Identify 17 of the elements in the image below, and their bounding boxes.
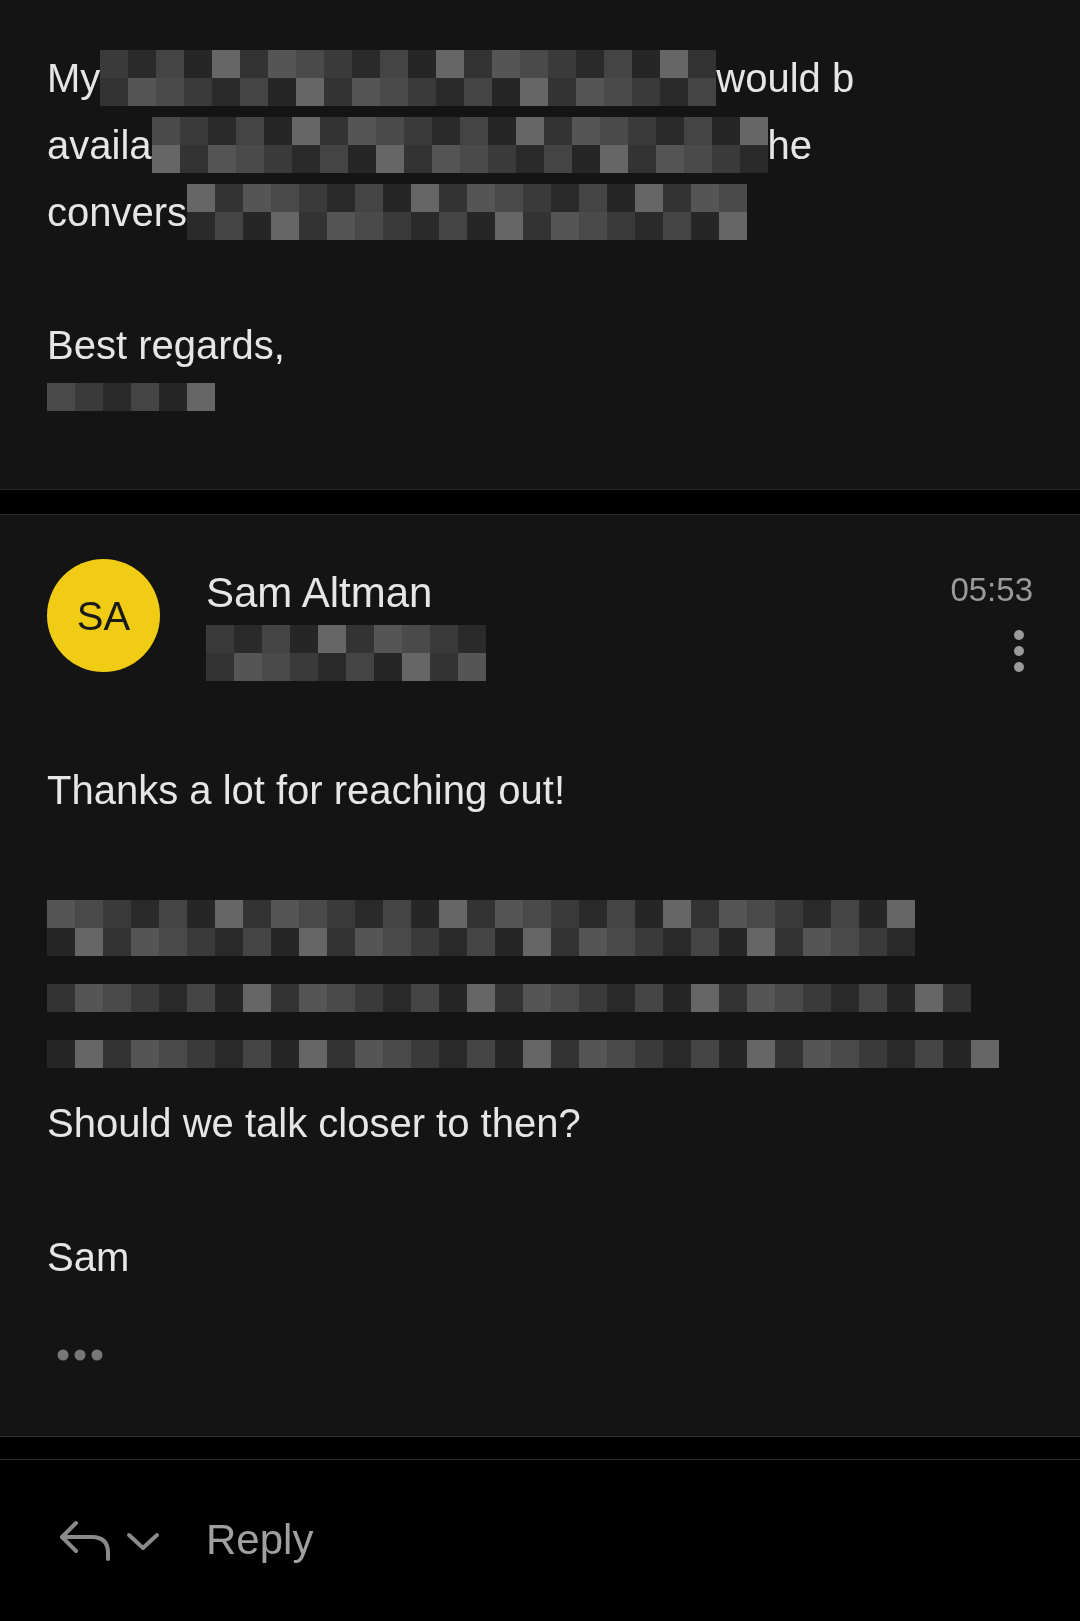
time-label: 05:53 [950, 570, 1033, 610]
reply-button[interactable]: Reply [206, 1508, 314, 1571]
body-text: Should we talk closer to then? [47, 1100, 582, 1147]
sender-name: Sam Altman [206, 568, 434, 618]
chevron-down-icon[interactable] [126, 1531, 160, 1552]
closing-text: Best regards, [47, 322, 286, 369]
ellipsis-icon[interactable] [57, 1349, 103, 1361]
body-text: My [47, 54, 101, 102]
reply-icon[interactable] [58, 1518, 112, 1561]
body-text: would b [716, 54, 855, 102]
body-text: he [767, 121, 812, 169]
signature-text: Sam [47, 1234, 131, 1281]
more-options-icon[interactable] [1013, 628, 1025, 673]
body-text: convers [47, 188, 188, 236]
avatar[interactable]: SA [47, 559, 160, 672]
body-text: availa [47, 121, 152, 169]
body-text: Thanks a lot for reaching out! [47, 767, 567, 814]
